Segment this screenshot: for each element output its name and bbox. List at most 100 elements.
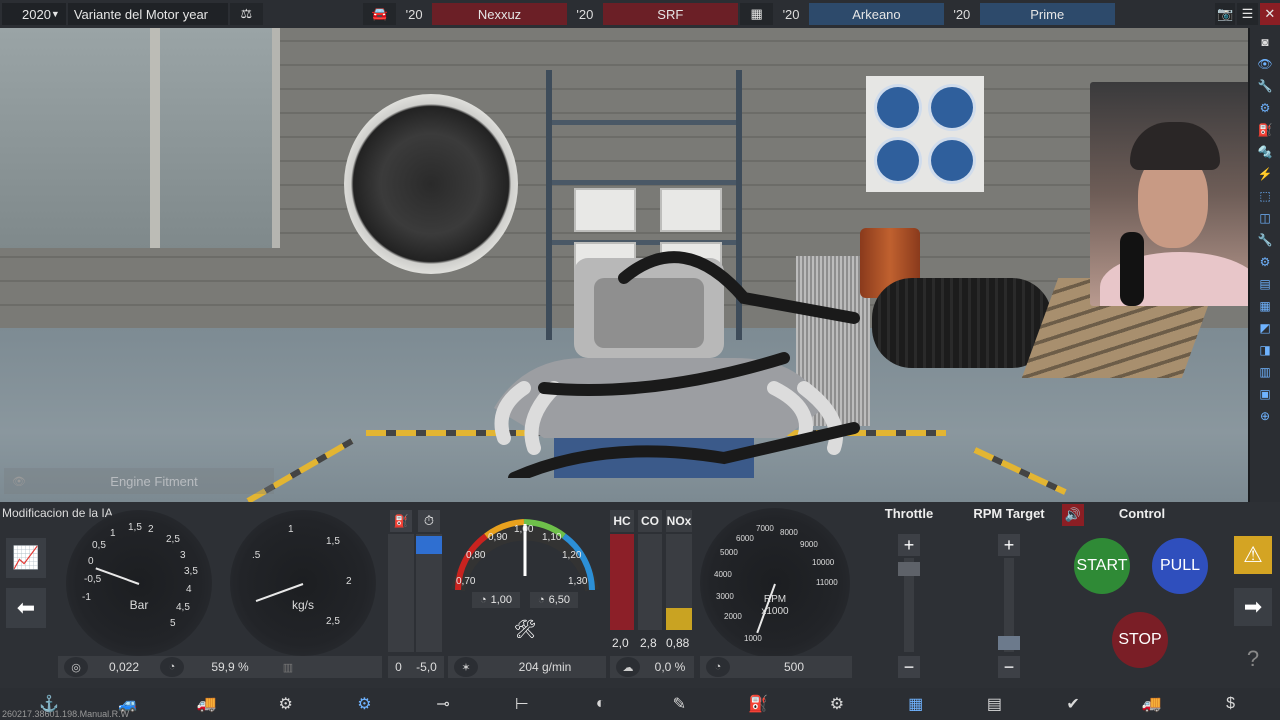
nav-finance-icon[interactable]: $ — [1211, 695, 1251, 713]
rival-srf[interactable]: SRF — [602, 3, 738, 25]
tool-icon[interactable]: ◨ — [1256, 340, 1274, 359]
rpm-target-minus-button[interactable]: − — [998, 656, 1020, 678]
nav-crank-icon[interactable]: ⊸ — [423, 694, 463, 714]
camera-icon[interactable]: 📷 — [1214, 3, 1236, 25]
tool-icon[interactable]: 🔧 — [1256, 230, 1274, 249]
tool-icon[interactable]: 🔩 — [1256, 142, 1274, 161]
tool-icon[interactable]: ⊕ — [1256, 406, 1274, 425]
tick-label: 5 — [170, 618, 176, 629]
nav-check-icon[interactable]: ✔ — [1053, 694, 1093, 714]
tool-icon[interactable]: ◩ — [1256, 318, 1274, 337]
tool-icon[interactable]: ⚙ — [1256, 98, 1274, 117]
rpm-gauge: 1000 2000 3000 4000 5000 6000 7000 8000 … — [700, 508, 850, 658]
rpm-unit-multiplier: x1000 — [761, 606, 789, 617]
tool-icon[interactable]: ⚙ — [1256, 252, 1274, 271]
engine-fitment-bar[interactable]: 👁 Engine Fitment — [4, 468, 274, 494]
graph-icon: 📈 — [12, 545, 40, 570]
tool-icon[interactable]: ▥ — [1256, 362, 1274, 381]
tick-label: 6000 — [736, 534, 754, 543]
throttle-label: Throttle — [884, 506, 934, 521]
tool-icon[interactable]: ◫ — [1256, 208, 1274, 227]
afr-readout: 204 g/min — [518, 660, 572, 674]
rpm-gauge-icon: ◔ — [706, 657, 730, 677]
tick-label: 1000 — [744, 634, 762, 643]
dropdown-arrow-icon: ▼ — [50, 9, 60, 19]
compare-scale-icon[interactable]: ⚖ — [229, 3, 264, 25]
rival-nexxuz[interactable]: Nexxuz — [431, 3, 568, 25]
rival-year: '20 — [953, 6, 971, 22]
nav-exhaust-icon[interactable]: ⚙ — [817, 694, 857, 714]
tool-icon[interactable]: ⬚ — [1256, 186, 1274, 205]
variant-name[interactable]: Variante del Motor year — [67, 3, 228, 25]
nav-fuel-system-icon[interactable]: ⛽ — [738, 694, 778, 714]
nav-tuning-icon[interactable]: ▤ — [974, 694, 1014, 714]
v-engine-model — [494, 251, 860, 478]
nav-engine-design-icon[interactable]: ⚙ — [344, 694, 384, 714]
gauge-icon: ◔ — [537, 594, 545, 606]
graph-button[interactable]: 📈 — [6, 538, 46, 578]
year-dropdown[interactable]: 2020 ▼ — [2, 3, 66, 25]
nav-chassis-icon[interactable]: 🚚 — [187, 694, 227, 714]
boost-needle — [95, 567, 140, 585]
rpm-target-slider[interactable] — [998, 558, 1020, 652]
tick-label: 1,20 — [562, 550, 582, 561]
tick-label: 1,00 — [514, 524, 534, 535]
nox-bar — [666, 534, 692, 630]
warning-button[interactable]: ⚠ — [1234, 536, 1272, 574]
nav-bottom-end-icon[interactable]: ⊢ — [502, 694, 542, 714]
rpm-readout-bar: ◔ 500 — [700, 656, 852, 678]
rival-prime[interactable]: Prime — [979, 3, 1115, 25]
sound-icon[interactable]: 🔊 — [1062, 504, 1084, 526]
hc-label: HC — [610, 510, 634, 532]
tool-icon[interactable]: ▦ — [1256, 296, 1274, 315]
throttle-handle[interactable] — [898, 562, 920, 576]
nav-engine-icon[interactable]: ⚙ — [266, 694, 306, 714]
pull-button[interactable]: PULL — [1152, 538, 1208, 594]
hc-value: 2,0 — [612, 636, 629, 650]
afr-setting-1-value: 1,00 — [490, 594, 513, 606]
close-icon[interactable]: ✕ — [1259, 3, 1280, 25]
stop-button[interactable]: STOP — [1112, 612, 1168, 668]
tick-label: 0,80 — [466, 550, 486, 561]
rpm-unit: RPM — [763, 594, 787, 605]
tool-icon[interactable]: ▤ — [1256, 274, 1274, 293]
eye-icon[interactable]: 👁 — [4, 475, 34, 488]
nav-turbo-icon[interactable]: ◐ — [581, 695, 621, 713]
screenshot-icon[interactable]: ◙ — [1256, 32, 1274, 51]
boost-readout-bar: ◎ 0,022 ◔ 59,9 % ▥ — [58, 656, 382, 678]
tool-icon[interactable]: ⛽ — [1256, 120, 1274, 139]
help-button[interactable]: ? — [1234, 640, 1272, 678]
nav-fuel-icon[interactable]: ✎ — [659, 694, 699, 714]
forward-button[interactable]: ➡ — [1234, 588, 1272, 626]
menu-icon[interactable]: ☰ — [1237, 3, 1258, 25]
workshop-window — [0, 28, 280, 248]
rival-arkeano[interactable]: Arkeano — [808, 3, 945, 25]
timing-bar — [416, 534, 442, 652]
arrow-right-icon: ➡ — [1243, 594, 1263, 619]
back-button[interactable]: ⬅ — [6, 588, 46, 628]
tool-icon[interactable]: ⚡ — [1256, 164, 1274, 183]
throttle-plus-button[interactable]: + — [898, 534, 920, 556]
start-button[interactable]: START — [1074, 538, 1130, 594]
rpm-target-handle[interactable] — [998, 636, 1020, 650]
nav-next-car-icon[interactable]: 🚚 — [1132, 694, 1172, 714]
car-icon[interactable]: 🚘 — [363, 3, 397, 25]
afr-setting-1[interactable]: ◔ 1,00 — [472, 592, 520, 608]
throttle-minus-button[interactable]: − — [898, 656, 920, 678]
nav-dyno-icon[interactable]: ▦ — [896, 694, 936, 714]
rpm-target-plus-button[interactable]: + — [998, 534, 1020, 556]
flow-gauge-icon: ◔ — [160, 657, 184, 677]
engine-grid-icon[interactable]: ▦ — [739, 3, 774, 25]
emissions-readout-bar: ☁ 0,0 % — [610, 656, 694, 678]
timer-icon: ⏱ — [418, 510, 440, 532]
throttle-slider[interactable] — [898, 558, 920, 652]
tool-icon[interactable]: ▣ — [1256, 384, 1274, 403]
view-icon[interactable]: 👁 — [1256, 54, 1274, 73]
tick-label: 0,70 — [456, 576, 476, 587]
engine-fitment-label: Engine Fitment — [110, 473, 198, 489]
afr-setting-2-value: 6,50 — [548, 594, 571, 606]
afr-setting-2[interactable]: ◔ 6,50 — [530, 592, 578, 608]
tool-icon[interactable]: 🔧 — [1256, 76, 1274, 95]
co-label: CO — [638, 510, 662, 532]
rival-year: '20 — [576, 6, 594, 22]
